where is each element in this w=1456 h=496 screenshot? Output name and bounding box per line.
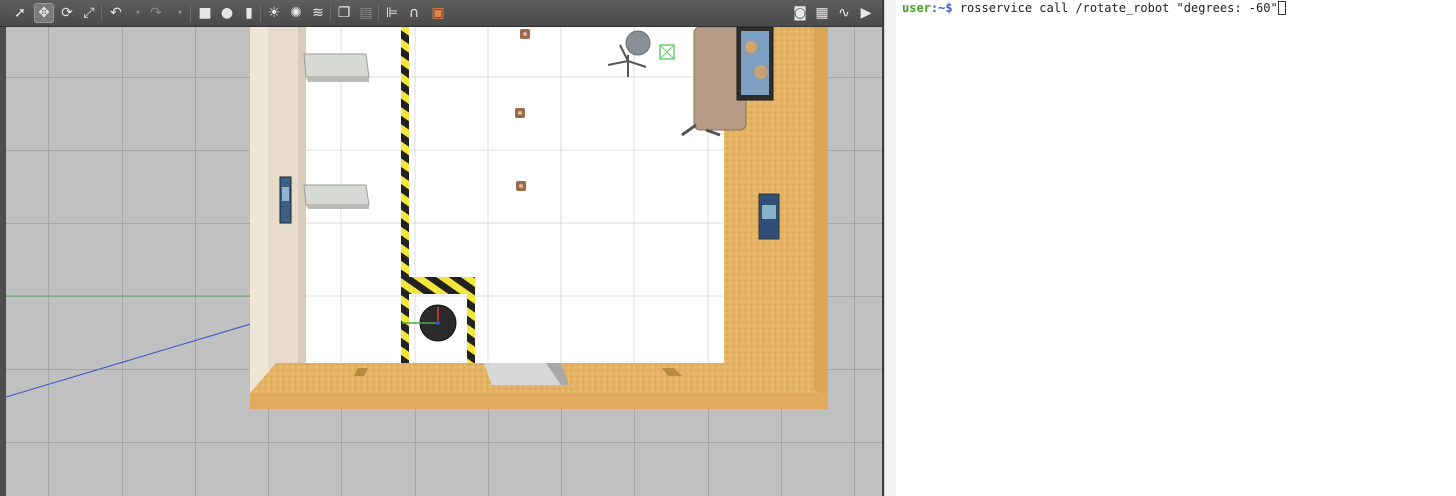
small-cube[interactable] — [516, 181, 526, 191]
point-light-icon[interactable]: ☀ — [264, 3, 284, 23]
directional-light-icon[interactable]: ≋ — [308, 3, 328, 23]
wall-shelf[interactable] — [303, 53, 370, 82]
scene-canvas[interactable] — [6, 27, 882, 496]
translate-mode-icon[interactable]: ✥ — [34, 3, 54, 23]
video-record-icon[interactable]: ▶ — [856, 3, 876, 23]
wall-shelf[interactable] — [303, 184, 370, 209]
toolbar-separator — [378, 5, 379, 22]
paste-icon[interactable]: ▤ — [356, 3, 376, 23]
screenshot-icon[interactable]: ◙ — [790, 3, 810, 23]
desktop: ➚ ✥ ⟳ ⤢ ↶ ▾ ↷ ▾ ■ ● ▮ ☀ ✺ ≋ ❐ ▤ ⊫ ∩ ▣ ◙ … — [0, 0, 1456, 496]
toolbar-separator — [330, 5, 331, 22]
rotate-mode-icon[interactable]: ⟳ — [57, 3, 77, 23]
cylinder-shape-icon[interactable]: ▮ — [239, 3, 259, 23]
toolbar-separator — [260, 5, 261, 22]
terminal-cursor — [1277, 1, 1286, 15]
undo-icon[interactable]: ↶ — [106, 3, 126, 23]
scale-mode-icon[interactable]: ⤢ — [79, 3, 99, 23]
change-view-icon[interactable]: ▣ — [428, 3, 448, 23]
terminal-command-line[interactable]: user:~$ rosservice call /rotate_robot "d… — [902, 1, 1286, 15]
snap-icon[interactable]: ∩ — [404, 3, 424, 23]
small-cube[interactable] — [515, 108, 525, 118]
gazebo-toolbar: ➚ ✥ ⟳ ⤢ ↶ ▾ ↷ ▾ ■ ● ▮ ☀ ✺ ≋ ❐ ▤ ⊫ ∩ ▣ ◙ … — [0, 0, 882, 27]
redo-icon[interactable]: ↷ — [146, 3, 166, 23]
log-icon[interactable]: ▦ — [812, 3, 832, 23]
copy-icon[interactable]: ❐ — [334, 3, 354, 23]
pane-splitter[interactable] — [884, 0, 896, 496]
3d-viewport[interactable] — [6, 27, 882, 496]
terminal-prompt-path: :~$ — [930, 1, 953, 15]
terminal-user: user — [902, 1, 931, 15]
gazebo-window: ➚ ✥ ⟳ ⤢ ↶ ▾ ↷ ▾ ■ ● ▮ ☀ ✺ ≋ ❐ ▤ ⊫ ∩ ▣ ◙ … — [0, 0, 882, 496]
undo-dropdown-icon[interactable]: ▾ — [128, 3, 148, 23]
terminal-window[interactable]: user:~$ rosservice call /rotate_robot "d… — [896, 0, 1456, 496]
select-mode-icon[interactable]: ➚ — [10, 3, 30, 23]
left-wall[interactable] — [250, 27, 308, 405]
align-icon[interactable]: ⊫ — [382, 3, 402, 23]
hazard-line[interactable] — [401, 27, 409, 363]
front-wall[interactable] — [250, 363, 828, 409]
sphere-shape-icon[interactable]: ● — [217, 3, 237, 23]
small-cube[interactable] — [520, 29, 530, 39]
redo-dropdown-icon[interactable]: ▾ — [170, 3, 190, 23]
terminal-command: rosservice call /rotate_robot "degrees: … — [952, 1, 1278, 15]
spot-light-icon[interactable]: ✺ — [286, 3, 306, 23]
plot-icon[interactable]: ∿ — [834, 3, 854, 23]
toolbar-separator — [190, 5, 191, 22]
toolbar-separator — [101, 5, 102, 22]
box-shape-icon[interactable]: ■ — [195, 3, 215, 23]
